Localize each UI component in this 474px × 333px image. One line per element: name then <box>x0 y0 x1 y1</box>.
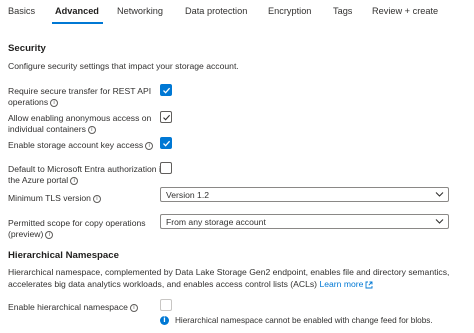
learn-more-link[interactable]: Learn more <box>319 279 363 289</box>
copy-scope-label: Permitted scope for copy operations (pre… <box>8 218 146 240</box>
tab-data-protection[interactable]: Data protection <box>185 6 247 16</box>
info-filled-icon: i <box>160 316 169 326</box>
anonymous-access-checkbox[interactable] <box>160 111 172 123</box>
tab-basics[interactable]: Basics <box>8 6 35 16</box>
hns-description-line2: accelerates big data analytics workloads… <box>8 278 373 290</box>
chevron-down-icon <box>435 192 444 197</box>
anonymous-access-label: Allow enabling anonymous access on indiv… <box>8 113 151 135</box>
info-icon[interactable]: i <box>87 125 96 134</box>
info-icon[interactable]: i <box>70 176 79 185</box>
hns-note-text: Hierarchical namespace cannot be enabled… <box>175 316 433 325</box>
key-access-checkbox[interactable] <box>160 137 172 149</box>
copy-scope-text: Permitted scope for copy operations (pre… <box>8 218 146 239</box>
hns-description-line1: Hierarchical namespace, complemented by … <box>8 267 450 277</box>
external-link-icon <box>365 281 373 289</box>
tab-tags[interactable]: Tags <box>333 6 352 16</box>
security-heading: Security <box>8 43 46 54</box>
hns-heading: Hierarchical Namespace <box>8 250 119 261</box>
checkmark-icon <box>163 114 171 121</box>
min-tls-label: Minimum TLS version i <box>8 193 101 204</box>
min-tls-select[interactable]: Version 1.2 <box>160 187 449 202</box>
hns-description-line2-text: accelerates big data analytics workloads… <box>8 279 318 289</box>
tab-bar: Basics Advanced Networking Data protecti… <box>0 0 474 24</box>
copy-scope-value: From any storage account <box>166 217 266 227</box>
enable-hns-label: Enable hierarchical namespace i <box>8 302 138 313</box>
info-icon[interactable]: i <box>145 141 154 150</box>
anonymous-access-text: Allow enabling anonymous access on indiv… <box>8 113 152 134</box>
info-icon[interactable]: i <box>129 303 138 312</box>
chevron-down-icon <box>435 219 444 224</box>
info-icon[interactable]: i <box>50 98 59 107</box>
entra-default-text: Default to Microsoft Entra authorization… <box>8 164 166 185</box>
key-access-text: Enable storage account key access <box>8 140 144 150</box>
checkmark-icon <box>163 140 171 147</box>
min-tls-text: Minimum TLS version <box>8 193 91 203</box>
entra-default-checkbox[interactable] <box>160 162 172 174</box>
info-icon[interactable]: i <box>45 230 54 239</box>
entra-default-label: Default to Microsoft Entra authorization… <box>8 164 166 186</box>
copy-scope-select[interactable]: From any storage account <box>160 214 449 229</box>
min-tls-value: Version 1.2 <box>166 190 209 200</box>
secure-transfer-label: Require secure transfer for REST API ope… <box>8 86 151 108</box>
security-description: Configure security settings that impact … <box>8 61 239 71</box>
active-tab-indicator <box>52 22 103 24</box>
hns-note: i Hierarchical namespace cannot be enable… <box>160 316 433 326</box>
tab-networking[interactable]: Networking <box>117 6 163 16</box>
checkmark-icon <box>163 87 171 94</box>
tab-review-create[interactable]: Review + create <box>372 6 438 16</box>
secure-transfer-checkbox[interactable] <box>160 84 172 96</box>
enable-hns-text: Enable hierarchical namespace <box>8 302 128 312</box>
secure-transfer-text: Require secure transfer for REST API ope… <box>8 86 152 107</box>
key-access-label: Enable storage account key access i <box>8 140 154 151</box>
enable-hns-checkbox <box>160 299 172 311</box>
info-icon[interactable]: i <box>92 194 101 203</box>
tab-advanced[interactable]: Advanced <box>55 6 99 16</box>
tab-encryption[interactable]: Encryption <box>268 6 311 16</box>
